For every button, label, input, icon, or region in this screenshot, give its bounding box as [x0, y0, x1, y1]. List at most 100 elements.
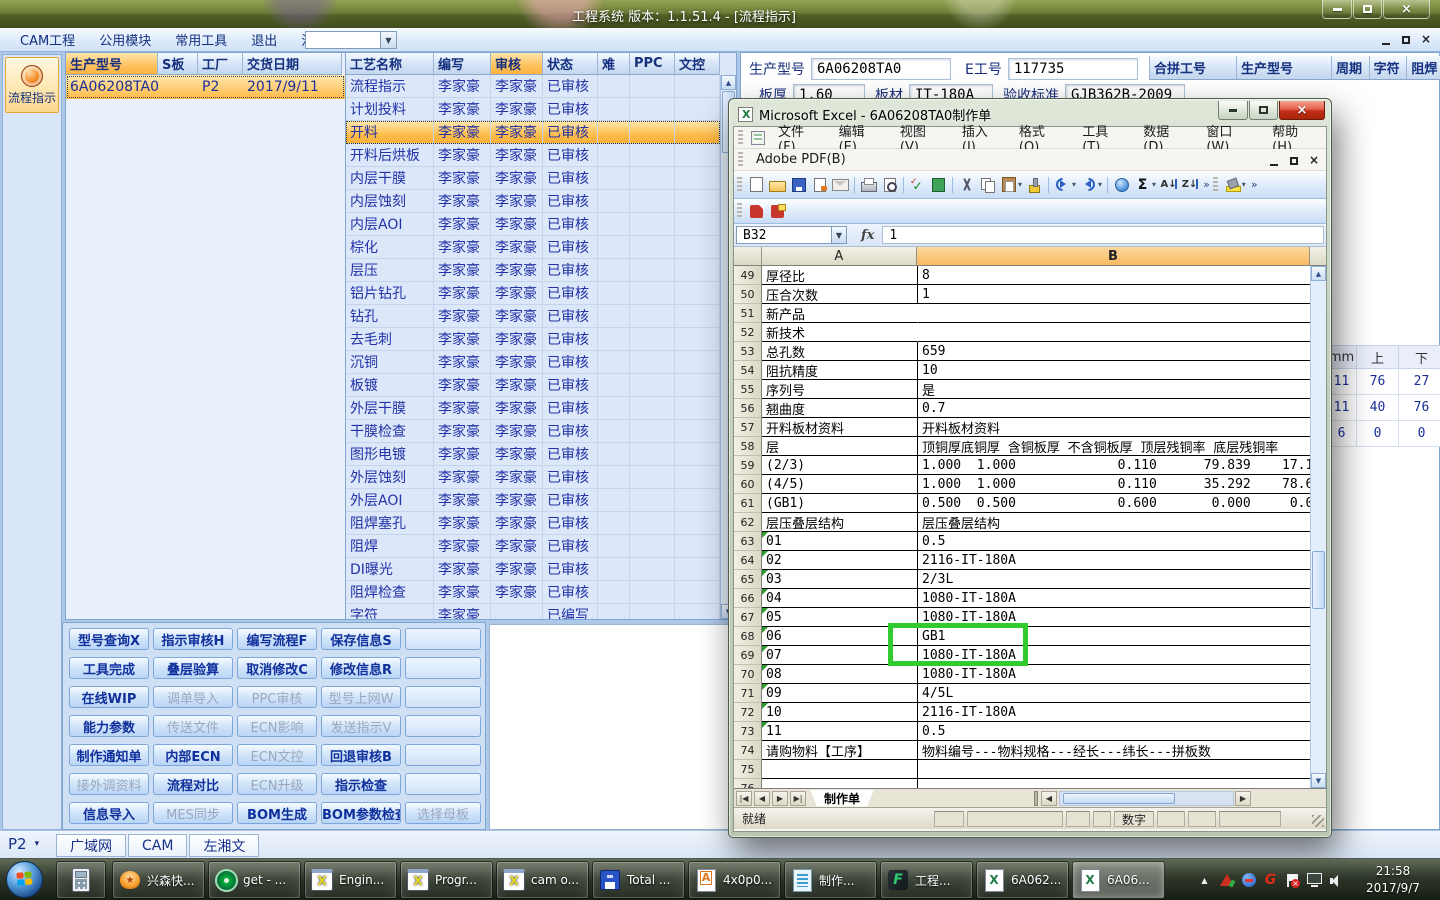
process-row[interactable]: 内层蚀刻 李家豪 李家豪 已审核 — [346, 190, 720, 213]
cell-B55[interactable]: 是 — [918, 380, 1314, 399]
cell-B51[interactable] — [918, 304, 1314, 323]
tray-sogou-icon[interactable] — [1263, 873, 1278, 888]
sort-asc-icon[interactable] — [1159, 176, 1178, 194]
button-指示检查[interactable]: 指示检查 — [321, 773, 401, 795]
cell-B75[interactable] — [918, 760, 1314, 779]
select-all-corner[interactable] — [734, 247, 762, 266]
row-header-76[interactable]: 76 — [734, 779, 762, 788]
process-row[interactable]: 板镀 李家豪 李家豪 已审核 — [346, 374, 720, 397]
scroll-right-icon[interactable]: ▶ — [1235, 791, 1251, 806]
undo-icon[interactable] — [1053, 176, 1072, 194]
row-header-56[interactable]: 56 — [734, 399, 762, 418]
cut-icon[interactable] — [957, 176, 976, 194]
tray-expand-icon[interactable] — [1197, 873, 1212, 888]
cell-B62[interactable]: 层压叠层结构 — [918, 513, 1314, 532]
cell-A57[interactable]: 开料板材资料 — [762, 418, 918, 437]
merge-column-header[interactable]: 生产型号 — [1237, 56, 1332, 80]
cell-A51[interactable]: 新产品 — [762, 304, 918, 323]
cell-A72[interactable]: 10 — [762, 703, 918, 722]
model-column-header[interactable]: S板 — [158, 53, 198, 75]
button-blank[interactable] — [405, 715, 481, 737]
paste-icon[interactable] — [999, 176, 1018, 194]
workbook-restore-button[interactable] — [1288, 154, 1300, 166]
spreadsheet-grid[interactable]: 49 厚径比 8 50 压合次数 1 51 新产品 52 新技术 53 总孔数 659 54 阻抗精度 10 5… — [734, 266, 1326, 788]
cell-B76[interactable] — [918, 779, 1314, 788]
taskbar-clock[interactable]: 21:58 2017/9/7 — [1350, 863, 1436, 898]
toolbar-handle[interactable] — [737, 203, 742, 219]
cell-B56[interactable]: 0.7 — [918, 399, 1314, 418]
scrollbar-thumb[interactable] — [1312, 551, 1325, 609]
button-选择母板[interactable]: 选择母板 — [405, 802, 481, 824]
row-header-57[interactable]: 57 — [734, 418, 762, 437]
excel-menu-adobe-pdf[interactable]: Adobe PDF(B) — [747, 150, 855, 169]
site-selector[interactable]: P2 ▾ — [8, 835, 39, 853]
cell-A62[interactable]: 层压叠层结构 — [762, 513, 918, 532]
permission-icon[interactable] — [810, 176, 829, 194]
taskbar-app-Engin...[interactable]: Engin... — [304, 861, 397, 899]
cell-B61[interactable]: 0.500 0.500 0.600 0.000 0.000 — [918, 494, 1314, 513]
menu-item-公用模块[interactable]: 公用模块 — [87, 28, 163, 51]
button-blank[interactable] — [405, 628, 481, 650]
merge-column-header[interactable]: 合拼工号 — [1150, 56, 1238, 80]
excel-restore-button[interactable] — [1249, 101, 1278, 120]
row-header-67[interactable]: 67 — [734, 608, 762, 627]
excel-close-button[interactable]: × — [1279, 101, 1325, 120]
button-传送文件[interactable]: 传送文件 — [153, 715, 233, 737]
row-header-64[interactable]: 64 — [734, 551, 762, 570]
button-编写流程F[interactable]: 编写流程F — [237, 628, 317, 650]
cell-A75[interactable] — [762, 760, 918, 779]
merge-column-header[interactable]: 周期 — [1332, 56, 1370, 80]
taskbar-app-6A06...[interactable]: 6A06... — [1072, 861, 1165, 899]
button-blank[interactable] — [405, 744, 481, 766]
painter-icon[interactable] — [1025, 176, 1044, 194]
model-table-selected-row[interactable]: 6A06208TA0 P2 2017/9/11 — [66, 75, 345, 99]
excel-horizontal-scrollbar[interactable] — [1059, 791, 1234, 806]
process-column-header[interactable]: 工艺名称 — [346, 53, 434, 75]
cell-B70[interactable]: 1080-IT-180A — [918, 665, 1314, 684]
taskbar-app-4x0p0...[interactable]: 4x0p0... — [688, 861, 781, 899]
sort-desc-icon[interactable] — [1180, 176, 1199, 194]
button-取消修改C[interactable]: 取消修改C — [237, 657, 317, 679]
cell-B64[interactable]: 2116-IT-180A — [918, 551, 1314, 570]
taskbar-app-get - ...[interactable]: get - ... — [208, 861, 301, 899]
cell-B60[interactable]: 1.000 1.000 0.110 35.292 78.61 — [918, 475, 1314, 494]
row-header-65[interactable]: 65 — [734, 570, 762, 589]
taskbar-app-Total ...[interactable]: Total ... — [592, 861, 685, 899]
merge-column-header[interactable]: 阻焊 — [1407, 56, 1440, 80]
button-指示审核H[interactable]: 指示审核H — [153, 628, 233, 650]
cell-A60[interactable]: (4/5) — [762, 475, 918, 494]
row-header-73[interactable]: 73 — [734, 722, 762, 741]
model-column-header[interactable]: 生产型号 — [66, 53, 158, 75]
row-header-49[interactable]: 49 — [734, 266, 762, 285]
row-header-55[interactable]: 55 — [734, 380, 762, 399]
research-icon[interactable] — [929, 176, 948, 194]
chevron-down-icon[interactable]: ▼ — [380, 32, 396, 48]
minimize-button[interactable] — [1322, 0, 1352, 19]
process-row[interactable]: 流程指示 李家豪 李家豪 已审核 — [346, 75, 720, 98]
tray-blue-icon[interactable] — [1241, 873, 1256, 888]
model-number-field[interactable]: 6A06208TA0 — [811, 58, 951, 80]
dropdown-arrow-icon[interactable]: ▾ — [1098, 180, 1102, 189]
dropdown-arrow-icon[interactable]: ▾ — [1018, 180, 1022, 189]
cell-A64[interactable]: 02 — [762, 551, 918, 570]
button-在线WIP[interactable]: 在线WIP — [69, 686, 149, 708]
name-box-dropdown[interactable]: ▼ — [832, 226, 847, 244]
process-row[interactable]: DI曝光 李家豪 李家豪 已审核 — [346, 558, 720, 581]
fill-color-icon[interactable] — [1223, 176, 1242, 194]
sidebar-item-process-indication[interactable]: 流程指示 — [5, 57, 59, 113]
toolbar-handle[interactable] — [1212, 176, 1218, 193]
cell-B52[interactable] — [918, 323, 1314, 342]
process-row[interactable]: 字符 李家豪 已编写 — [346, 604, 720, 619]
button-修改信息R[interactable]: 修改信息R — [321, 657, 401, 679]
mdi-restore-button[interactable] — [1400, 33, 1412, 45]
process-row[interactable]: 层压 李家豪 李家豪 已审核 — [346, 259, 720, 282]
toolbar-overflow-icon[interactable]: » — [1203, 178, 1210, 191]
scrollbar-thumb[interactable] — [1063, 793, 1175, 804]
button-BOM参数检查[interactable]: BOM参数检查 — [321, 802, 401, 824]
dropdown-arrow-icon[interactable]: ▾ — [1242, 180, 1246, 189]
button-发送指示V[interactable]: 发送指示V — [321, 715, 401, 737]
cell-A54[interactable]: 阻抗精度 — [762, 361, 918, 380]
button-PPC审核[interactable]: PPC审核 — [237, 686, 317, 708]
excel-vertical-scrollbar[interactable]: ▲ ▼ — [1310, 266, 1326, 788]
cell-B50[interactable]: 1 — [918, 285, 1314, 304]
